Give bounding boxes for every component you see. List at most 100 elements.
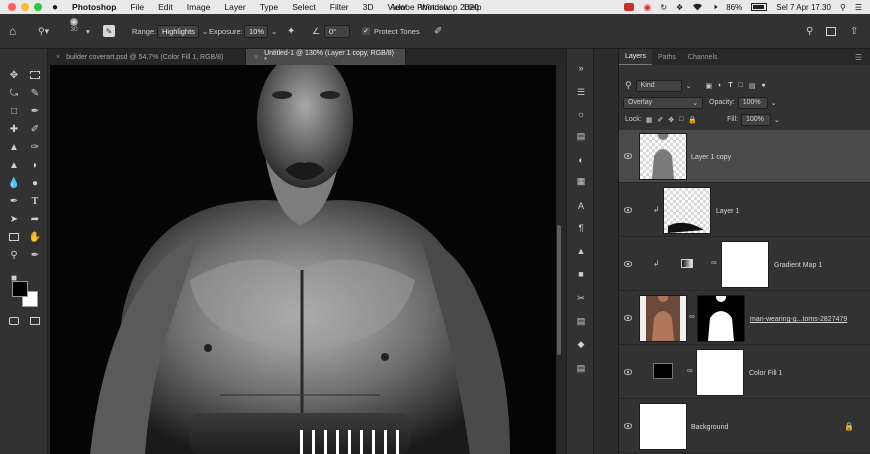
brush-dropdown-icon[interactable]: ▾ (86, 27, 90, 36)
tools-preset-icon[interactable]: ✂ (574, 291, 588, 305)
layer-row-background[interactable]: Background 🔒 (619, 400, 870, 453)
fill-input[interactable]: 100% (740, 113, 771, 126)
color-fill-swatch[interactable] (653, 363, 673, 379)
menu-edit[interactable]: Edit (158, 2, 173, 12)
layer-thumbnail[interactable] (639, 292, 687, 342)
creative-cloud-icon[interactable]: ◉ (643, 2, 651, 13)
sync-icon[interactable]: ↻ (660, 3, 667, 12)
zoom-window-button[interactable] (34, 3, 42, 11)
dodge-tool-icon[interactable]: ● (28, 176, 42, 190)
layer-row-layer-1[interactable]: ↲ Layer 1 (619, 184, 870, 237)
chevron-down-icon[interactable]: ⌄ (774, 116, 780, 124)
record-icon[interactable] (624, 3, 635, 11)
styles-icon[interactable]: ▦ (574, 174, 588, 188)
lock-image-icon[interactable]: ✐ (657, 116, 663, 124)
screen-mode-icon[interactable] (28, 314, 42, 328)
layer-row-man-wearing[interactable]: ∞ man-wearing-g...toms-2827479 (619, 292, 870, 345)
layer-name[interactable]: Background (691, 424, 728, 431)
menu-type[interactable]: Type (260, 2, 278, 12)
brushes-icon[interactable]: ◆ (574, 337, 588, 351)
canvas-area[interactable] (48, 65, 566, 454)
scroll-icon[interactable]: ❖ (676, 3, 683, 12)
tab-untitled-1[interactable]: × Untitled-1 @ 130% (Layer 1 copy, RGB/8… (246, 49, 406, 65)
direct-selection-tool-icon[interactable]: ➦ (28, 212, 42, 226)
range-select[interactable]: Highlights ⌄ (157, 25, 208, 38)
shapes-icon[interactable]: ■ (574, 267, 588, 281)
brush-tool-icon[interactable]: ✐ (28, 122, 42, 136)
close-window-button[interactable] (8, 3, 16, 11)
visibility-eye-icon[interactable] (624, 207, 632, 213)
layer-name[interactable]: Color Fill 1 (749, 370, 782, 377)
visibility-eye-icon[interactable] (624, 261, 632, 267)
dodge-tool-preset-icon[interactable]: ⚲▾ (38, 26, 49, 37)
filter-kind-select[interactable]: Kind (635, 79, 682, 92)
battery-percent[interactable]: 86% (726, 3, 742, 12)
layer-thumbnail[interactable] (639, 130, 687, 180)
rectangle-tool-icon[interactable] (7, 230, 21, 244)
menu-image[interactable]: Image (187, 2, 211, 12)
workspace-icon[interactable] (826, 26, 836, 36)
brush-settings-icon[interactable]: ✎ (103, 25, 115, 37)
minimize-window-button[interactable] (21, 3, 29, 11)
search-icon[interactable]: ⚲ (806, 26, 813, 37)
quick-mask-icon[interactable] (7, 314, 21, 328)
hand-tool-icon[interactable]: ✋ (28, 230, 42, 244)
menu-3d[interactable]: 3D (363, 2, 374, 12)
glyphs-icon[interactable]: ▲ (574, 244, 588, 258)
layer-name[interactable]: Layer 1 (716, 208, 739, 215)
visibility-eye-icon[interactable] (624, 153, 632, 159)
collapse-panels-icon[interactable]: » (574, 61, 588, 75)
filter-shape-icon[interactable]: □ (739, 82, 743, 89)
move-tool-icon[interactable]: ✥ (7, 68, 21, 82)
pen-tool-icon[interactable]: ✒ (7, 194, 21, 208)
paint-bucket-tool-icon[interactable]: ◗ (28, 158, 42, 172)
clock[interactable]: Sel 7 Apr 17.30 (776, 3, 831, 12)
tab-paths[interactable]: Paths (652, 49, 682, 65)
paragraph-icon[interactable]: ¶ (574, 221, 588, 235)
layer-mask-thumbnail[interactable] (721, 241, 769, 288)
canvas-scrollbar[interactable] (557, 225, 561, 355)
healing-brush-tool-icon[interactable]: ✚ (7, 122, 21, 136)
layer-name[interactable]: Layer 1 copy (691, 154, 731, 161)
eyedropper-extra-icon[interactable]: ✒ (28, 248, 42, 262)
panel-menu-icon[interactable]: ☰ (855, 53, 862, 62)
tab-channels[interactable]: Channels (682, 49, 724, 65)
link-icon[interactable]: ∞ (687, 366, 693, 375)
tab-builder-coverart[interactable]: × builder coverart.psd @ 54,7% (Color Fi… (48, 49, 246, 65)
layer-thumbnail[interactable] (663, 187, 711, 234)
opacity-input[interactable]: 100% (737, 96, 768, 109)
angle-input[interactable]: 0° (324, 25, 350, 38)
quick-selection-tool-icon[interactable]: ✎ (28, 86, 42, 100)
menu-file[interactable]: File (130, 2, 144, 12)
properties-icon[interactable]: ☰ (574, 85, 588, 99)
filter-toggle-icon[interactable]: ● (761, 82, 765, 89)
pressure-size-icon[interactable]: ✐ (434, 26, 442, 37)
spotlight-icon[interactable]: ⚲ (840, 3, 846, 12)
blur-tool-icon[interactable]: 💧 (7, 176, 21, 190)
layer-row-gradient-map-1[interactable]: ↲ ∞ Gradient Map 1 (619, 238, 870, 291)
close-icon[interactable]: × (56, 54, 60, 61)
layer-row-layer-1-copy[interactable]: Layer 1 copy (619, 130, 870, 183)
layer-mask-thumbnail[interactable] (696, 349, 744, 396)
lock-all-icon[interactable]: 🔒 (688, 116, 697, 124)
zoom-tool-icon[interactable]: ⚲ (7, 248, 21, 262)
menu-layer[interactable]: Layer (224, 2, 245, 12)
adjustments-icon[interactable]: ◐ (574, 153, 588, 167)
layer-name[interactable]: Gradient Map 1 (774, 262, 822, 269)
menu-select[interactable]: Select (292, 2, 316, 12)
crop-tool-icon[interactable]: □ (7, 104, 21, 118)
history-brush-tool-icon[interactable]: ✑ (28, 140, 42, 154)
menu-filter[interactable]: Filter (330, 2, 349, 12)
menu-app[interactable]: Photoshop (72, 2, 116, 12)
layer-name[interactable]: man-wearing-g...toms-2827479 (750, 316, 847, 323)
airbrush-icon[interactable]: ✦ (287, 26, 295, 37)
link-icon[interactable]: ∞ (689, 312, 695, 321)
swatches-icon[interactable]: ▤ (574, 314, 588, 328)
wifi-icon[interactable] (692, 2, 703, 13)
learn-icon[interactable]: ☼ (574, 107, 588, 121)
control-center-icon[interactable]: ☰ (855, 3, 862, 12)
foreground-color-swatch[interactable] (12, 281, 28, 297)
share-icon[interactable]: ⇧ (850, 26, 858, 37)
visibility-eye-icon[interactable] (624, 423, 632, 429)
clone-stamp-tool-icon[interactable]: ▲ (7, 140, 21, 154)
